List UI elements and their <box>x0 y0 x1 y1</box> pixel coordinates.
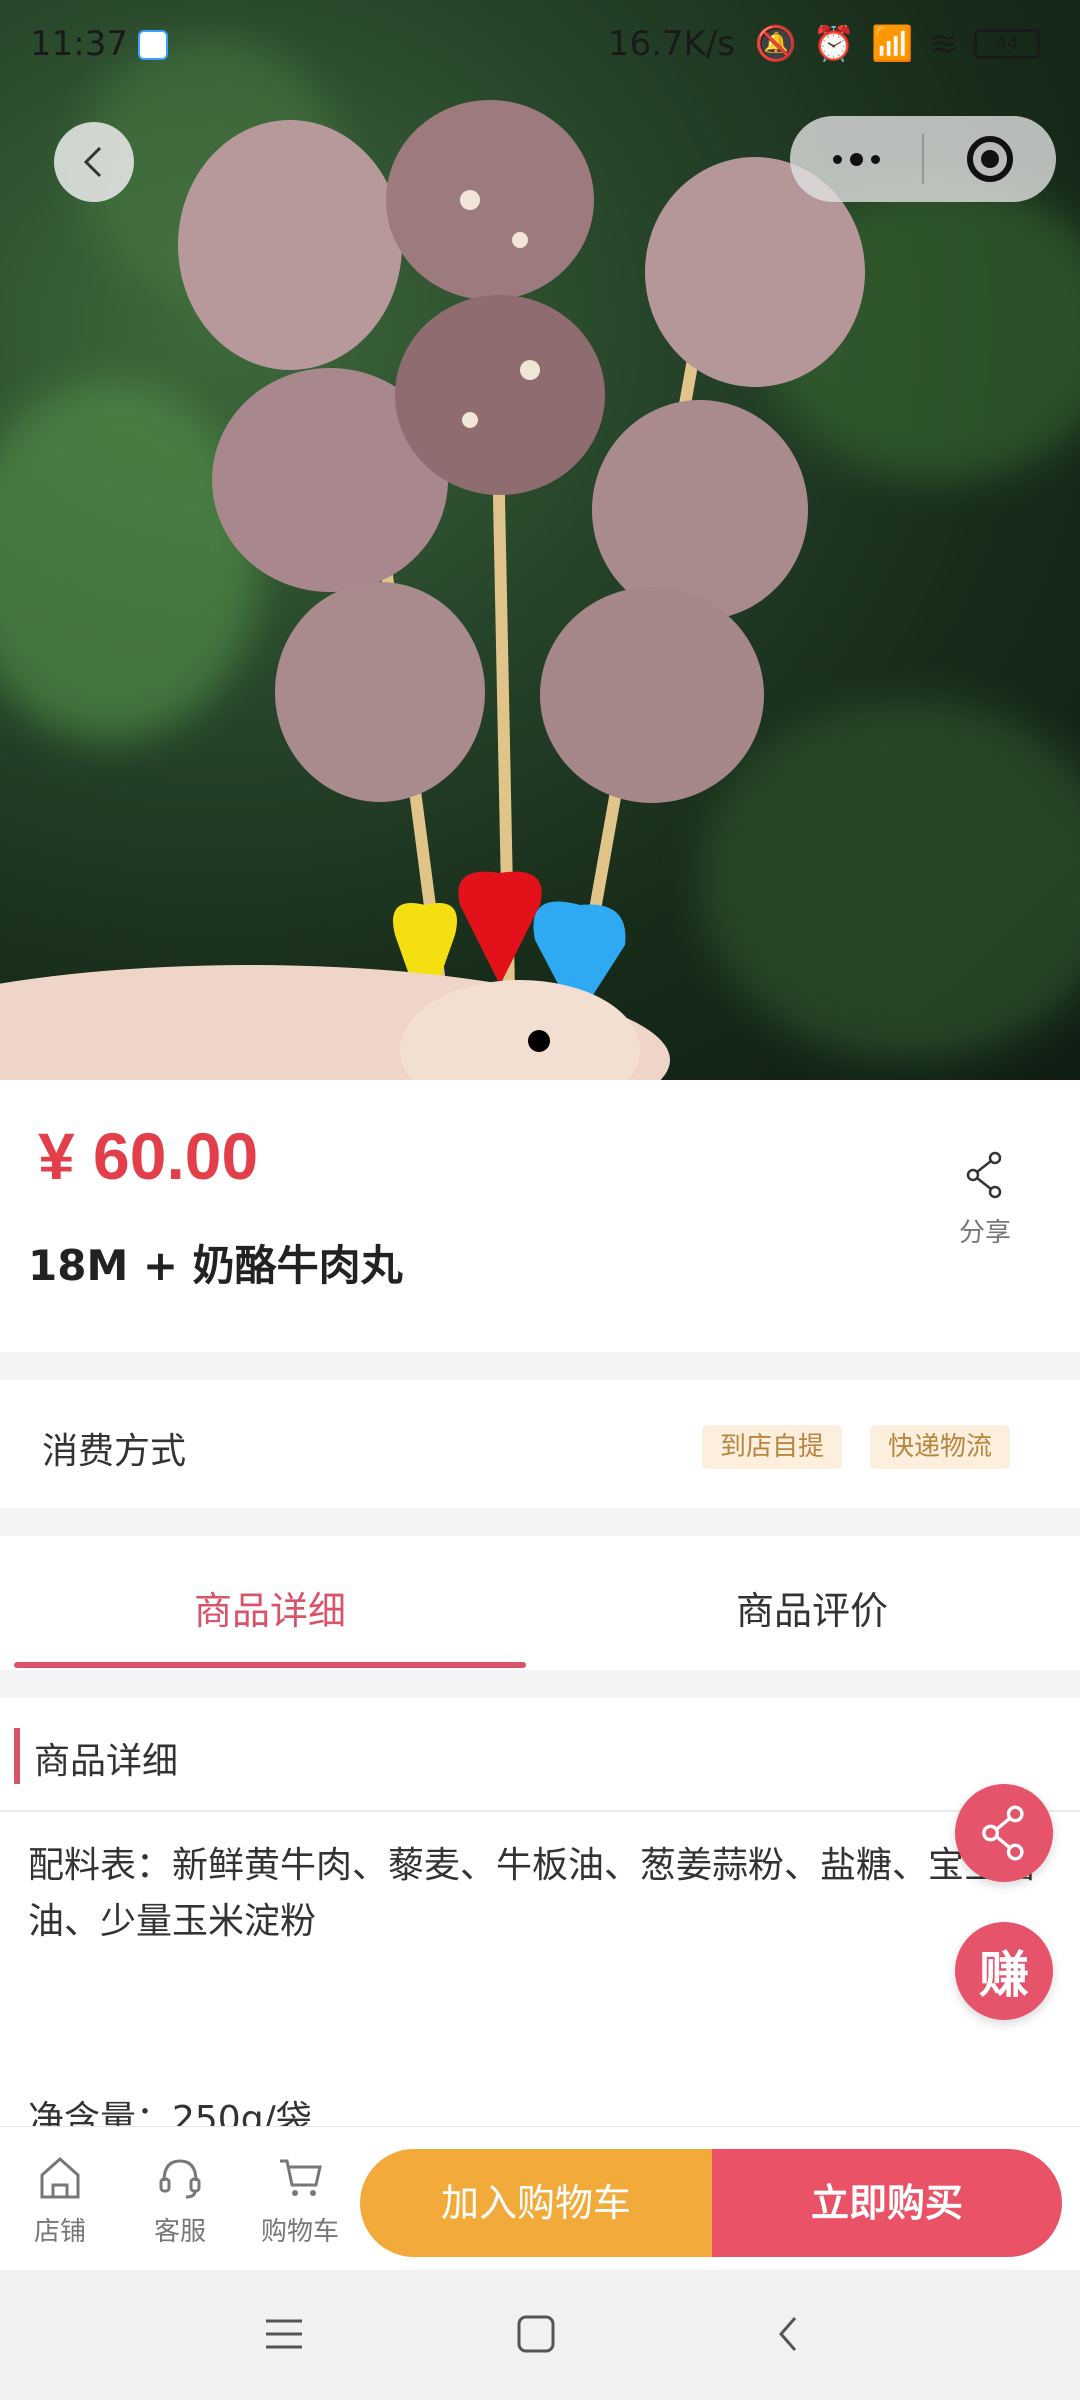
product-image[interactable]: 11:37 16.7K/s 🔕 ⏰ 📶 ≋ 44 <box>0 0 1080 1080</box>
wifi-icon: ≋ <box>929 24 959 64</box>
home-button[interactable] <box>506 2304 566 2364</box>
menu-icon <box>266 2319 302 2349</box>
product-title: 18M + 奶酪牛肉丸 <box>28 1241 403 1290</box>
system-navigation-bar <box>0 2270 1080 2400</box>
consume-method-label: 消费方式 <box>42 1431 187 1472</box>
back-triangle-icon <box>779 2317 797 2351</box>
system-back-button[interactable] <box>758 2304 818 2364</box>
product-tabs: 商品详细 商品评价 <box>0 1536 1080 1670</box>
status-time: 11:37 <box>30 24 128 64</box>
add-to-cart-button[interactable]: 加入购物车 <box>360 2149 712 2257</box>
headset-service-icon <box>159 2159 201 2199</box>
status-bar: 11:37 16.7K/s 🔕 ⏰ 📶 ≋ 44 <box>0 0 1080 90</box>
floating-earn-button[interactable]: 赚 <box>955 1922 1053 2020</box>
battery-icon: 44 <box>974 29 1040 59</box>
share-label: 分享 <box>958 1218 1011 1248</box>
tag-store-pickup: 到店自提 <box>702 1425 843 1469</box>
miniprogram-capsule <box>790 116 1056 202</box>
share-icon <box>982 1805 1024 1861</box>
buy-now-button[interactable]: 立即购买 <box>712 2149 1062 2257</box>
signal-icon: 📶 <box>871 24 914 64</box>
more-dots-icon <box>832 152 880 166</box>
more-button[interactable] <box>790 116 922 202</box>
customer-service-label: 客服 <box>153 2217 206 2247</box>
system-icons: 🔕 ⏰ 📶 ≋ 44 <box>754 24 1040 64</box>
mute-icon: 🔕 <box>754 24 797 64</box>
details-header: 商品详细 <box>0 1698 1080 1812</box>
share-icon <box>966 1151 1002 1199</box>
consume-method-row: 消费方式 到店自提 快递物流 <box>0 1380 1080 1508</box>
cart-label: 购物车 <box>260 2217 339 2247</box>
recent-apps-button[interactable] <box>254 2304 314 2364</box>
store-icon <box>40 2156 80 2199</box>
details-accent-bar <box>14 1728 20 1784</box>
target-close-icon <box>967 136 1013 182</box>
notification-app-icon <box>138 30 168 60</box>
customer-service-button[interactable]: 客服 <box>130 2155 230 2248</box>
store-label: 店铺 <box>33 2217 86 2247</box>
back-button[interactable] <box>54 122 134 202</box>
tab-product-reviews[interactable]: 商品评价 <box>736 1580 888 1635</box>
tag-express-delivery: 快递物流 <box>870 1425 1011 1469</box>
home-square-icon <box>517 2315 555 2353</box>
back-arrow-icon <box>83 146 102 178</box>
cart-nav-button[interactable]: 购物车 <box>250 2155 350 2248</box>
bottom-action-bar: 店铺 客服 购物车 加入购物车 立即购买 <box>0 2126 1080 2270</box>
share-button[interactable]: 分享 <box>940 1150 1030 1249</box>
tab-active-underline <box>14 1662 526 1668</box>
carousel-indicator <box>528 1030 550 1052</box>
ingredients-text: 配料表：新鲜黄牛肉、藜麦、牛板油、葱姜蒜粉、盐糖、宝宝酱油、少量玉米淀粉 <box>28 1845 1037 1942</box>
details-section: 商品详细 配料表：新鲜黄牛肉、藜麦、牛板油、葱姜蒜粉、盐糖、宝宝酱油、少量玉米淀… <box>0 1698 1080 2140</box>
network-speed: 16.7K/s <box>607 24 735 64</box>
product-price: ¥ 60.00 <box>38 1119 259 1193</box>
details-heading: 商品详细 <box>34 1741 179 1782</box>
close-miniprogram-button[interactable] <box>924 116 1056 202</box>
store-button[interactable]: 店铺 <box>10 2155 110 2248</box>
earn-label: 赚 <box>979 1946 1029 2004</box>
floating-share-button[interactable] <box>955 1784 1053 1882</box>
cart-icon <box>280 2159 322 2196</box>
alarm-icon: ⏰ <box>812 24 856 64</box>
tab-product-details[interactable]: 商品详细 <box>194 1580 346 1635</box>
price-panel: ¥ 60.00 18M + 奶酪牛肉丸 分享 <box>0 1080 1080 1352</box>
